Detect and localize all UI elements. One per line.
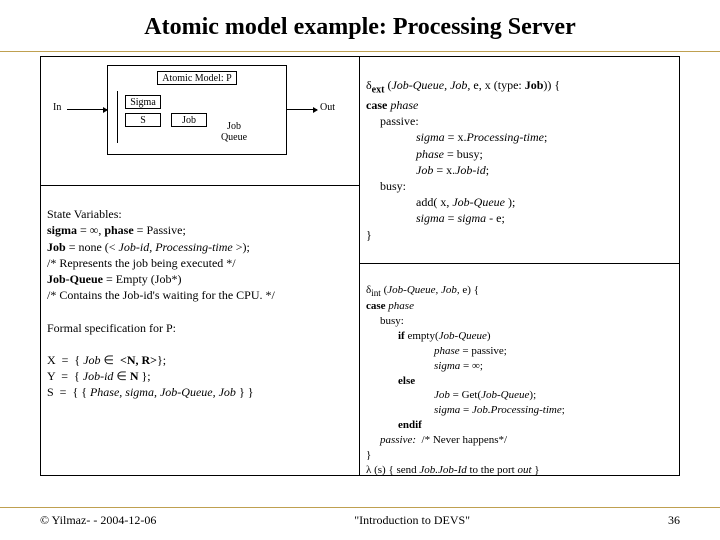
t: = Empty (Job*)	[103, 272, 181, 286]
t: Phase, sigma, Job-Queue, Job	[90, 385, 236, 399]
t: <N, R>	[120, 353, 157, 367]
lambda-line: λ (s) { send Job.Job-Id to the port out …	[366, 464, 540, 476]
t: Job-id, Processing-time	[119, 240, 233, 254]
endif-kw: endif	[366, 419, 422, 431]
dext-sig: δext (Job-Queue, Job, e, x (type: Job)) …	[366, 78, 560, 92]
t: phase	[390, 98, 418, 112]
delta-int: δint (Job-Queue, Job, e) { case phase bu…	[366, 268, 673, 492]
close-brace: }	[366, 228, 372, 242]
x-def: X = {	[47, 353, 83, 367]
atomic-model-diagram: Atomic Model: P Sigma S Job Job Queue In…	[47, 61, 337, 181]
job-box: Job	[171, 113, 207, 127]
divider-top	[0, 51, 720, 52]
t: };	[139, 369, 151, 383]
sv-jq: Job-Queue	[47, 272, 103, 286]
left-column: Atomic Model: P Sigma S Job Job Queue In…	[41, 57, 360, 475]
then1: phase = passive;	[366, 345, 507, 357]
busy-label: busy:	[366, 179, 406, 193]
t: >);	[233, 240, 250, 254]
y-def: Y = {	[47, 369, 83, 383]
delta-ext: δext (Job-Queue, Job, e, x (type: Job)) …	[366, 61, 673, 259]
sv-sigma: sigma	[47, 223, 77, 237]
p1: sigma = x.Processing-time;	[366, 130, 547, 144]
t: N	[130, 369, 139, 383]
job-queue-label: Job Queue	[217, 121, 251, 143]
content-frame: Atomic Model: P Sigma S Job Job Queue In…	[40, 56, 680, 476]
s-def: S = { {	[47, 385, 90, 399]
footer: © Yilmaz- - 2004-12-06 "Introduction to …	[0, 513, 720, 528]
sv-comment1: /* Represents the job being executed */	[47, 256, 236, 270]
t: = ∞,	[77, 223, 104, 237]
footer-right: 36	[668, 513, 680, 528]
else1: Job = Get(Job-Queue);	[366, 389, 536, 401]
t: Job-id	[83, 369, 114, 383]
footer-center: "Introduction to DEVS"	[354, 513, 470, 528]
spec-hdr: Formal specification for P:	[47, 321, 176, 335]
sv-phase: phase	[104, 223, 133, 237]
t: Job	[83, 353, 100, 367]
t: ∈	[101, 353, 120, 367]
sv-hdr: State Variables:	[47, 207, 122, 221]
footer-left: © Yilmaz- - 2004-12-06	[40, 513, 156, 528]
if-line: if empty(Job-Queue)	[366, 330, 491, 342]
model-title-box: Atomic Model: P	[157, 71, 237, 85]
in-label: In	[53, 101, 61, 115]
t: };	[157, 353, 166, 367]
in-arrow	[67, 109, 107, 110]
right-column: δext (Job-Queue, Job, e, x (type: Job)) …	[360, 57, 679, 475]
case-kw2: case	[366, 300, 388, 312]
slide: Atomic model example: Processing Server …	[0, 0, 720, 540]
t: = none (<	[66, 240, 119, 254]
t: ∈	[113, 369, 129, 383]
diagram-cell: Atomic Model: P Sigma S Job Job Queue In…	[41, 57, 359, 186]
b2: sigma = sigma - e;	[366, 211, 505, 225]
else-kw: else	[366, 375, 415, 387]
else2: sigma = Job.Processing-time;	[366, 404, 565, 416]
p3: Job = x.Job-id;	[366, 163, 489, 177]
close-brace2: }	[366, 449, 371, 461]
out-label: Out	[320, 101, 335, 115]
state-vars: State Variables: sigma = ∞, phase = Pass…	[47, 190, 353, 417]
p2: phase = busy;	[366, 147, 483, 161]
then2: sigma = ∞;	[366, 360, 483, 372]
page-title: Atomic model example: Processing Server	[40, 14, 680, 41]
delta-int-cell: δint (Job-Queue, Job, e) { case phase bu…	[360, 264, 679, 496]
sigma-box: Sigma	[125, 95, 161, 109]
passive-line: passive: /* Never happens*/	[366, 434, 507, 446]
busy-label2: busy:	[366, 315, 404, 327]
s-box: S	[125, 113, 161, 127]
delta-ext-cell: δext (Job-Queue, Job, e, x (type: Job)) …	[360, 57, 679, 264]
divider-bottom	[0, 507, 720, 508]
dint-sig: δint (Job-Queue, Job, e) {	[366, 284, 479, 296]
state-vars-cell: State Variables: sigma = ∞, phase = Pass…	[41, 186, 359, 475]
sep-line	[117, 91, 118, 143]
out-arrow	[287, 109, 317, 110]
case-kw: case	[366, 98, 390, 112]
sv-job: Job	[47, 240, 66, 254]
sv-comment2: /* Contains the Job-id's waiting for the…	[47, 288, 275, 302]
t: } }	[236, 385, 254, 399]
b1: add( x, Job-Queue );	[366, 195, 515, 209]
t: = Passive;	[134, 223, 186, 237]
passive-label: passive:	[366, 114, 419, 128]
t: phase	[388, 300, 414, 312]
